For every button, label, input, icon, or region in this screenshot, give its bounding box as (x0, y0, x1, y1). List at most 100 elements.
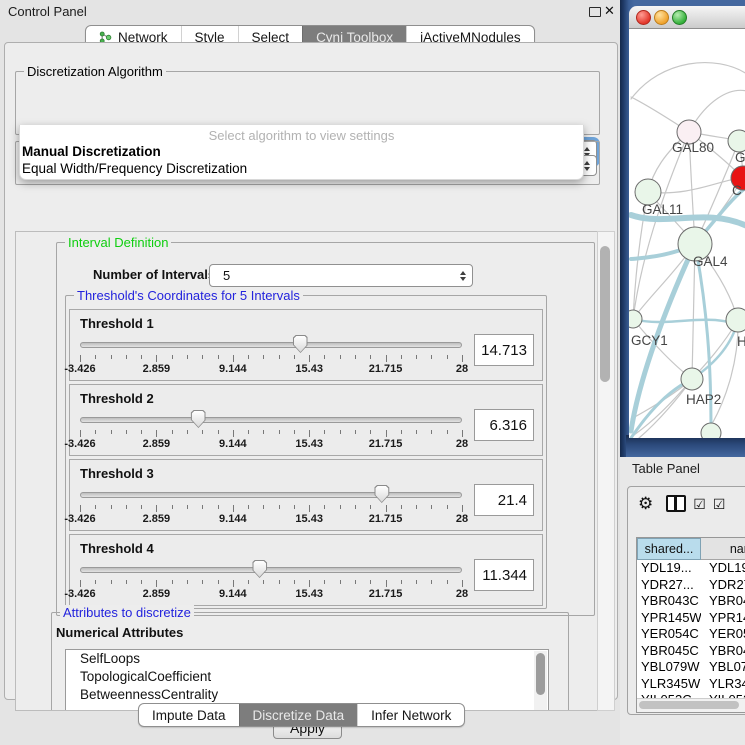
slider-tick (279, 505, 280, 509)
network-node-gcy1[interactable] (629, 310, 642, 328)
slider-track[interactable] (80, 492, 462, 498)
threshold-value-field[interactable]: 11.344 (474, 559, 534, 591)
table-row[interactable]: YLR345WYLR345W (637, 676, 745, 693)
column-header-shared-[interactable]: shared... (637, 538, 701, 560)
list-item-selfloops[interactable]: SelfLoops (66, 650, 548, 668)
algorithm-option-manual-discretization[interactable]: Manual Discretization (20, 143, 583, 160)
algorithm-option-equal-width-frequency-discretization[interactable]: Equal Width/Frequency Discretization (20, 160, 583, 177)
network-node-h[interactable] (726, 308, 745, 332)
network-node[interactable] (701, 423, 721, 438)
network-edge (633, 132, 689, 319)
close-icon[interactable]: ✕ (604, 3, 615, 19)
minimize-traffic-light[interactable] (654, 10, 669, 25)
table-row[interactable]: YPR145WYPR145W (637, 610, 745, 627)
slider-thumb-face (375, 486, 388, 502)
threshold-label: Threshold 3 (70, 460, 542, 481)
slider-tick (218, 430, 219, 434)
table-cell: YDR27... (637, 577, 701, 594)
slider-tick (248, 505, 249, 509)
gear-icon[interactable]: ⚙ (638, 495, 653, 512)
threshold-value-field[interactable]: 6.316 (474, 409, 534, 441)
slider-tick (370, 505, 371, 509)
slider-tick-label: 15.43 (295, 513, 323, 525)
number-of-intervals-combo[interactable]: 5 (209, 264, 473, 287)
slider-tick (447, 505, 448, 509)
slider-track[interactable] (80, 342, 462, 348)
threshold-slider[interactable]: -3.4262.8599.14415.4321.71528 (80, 408, 462, 450)
attributes-scrollbar-thumb[interactable] (536, 653, 545, 695)
slider-track[interactable] (80, 567, 462, 573)
slider-thumb[interactable] (252, 560, 267, 578)
table-row[interactable]: YDL19...YDL19... (637, 560, 745, 577)
slider-tick-label: 2.859 (143, 363, 171, 375)
tab-discretize-data[interactable]: Discretize Data (239, 704, 358, 726)
slider-thumb-face (294, 336, 307, 352)
slider-tick (416, 430, 417, 434)
tab-label: Discretize Data (253, 708, 345, 723)
attributes-scrollbar[interactable] (534, 651, 547, 711)
network-window-titlebar[interactable] (629, 6, 745, 29)
slider-tick-label: 2.859 (143, 438, 171, 450)
threshold-slider[interactable]: -3.4262.8599.14415.4321.71528 (80, 483, 462, 525)
interval-definition-label: Interval Definition (65, 235, 171, 250)
tab-infer-network[interactable]: Infer Network (357, 704, 464, 726)
threshold-label: Threshold 1 (70, 310, 542, 331)
float-window-icon[interactable] (589, 7, 601, 17)
control-panel-titlebar: Control Panel ✕ (0, 0, 620, 22)
table-panel-title: Table Panel (632, 461, 700, 476)
network-window-frame: GAL80GACGAL11GAL4GCY1HHAP2 (620, 0, 745, 457)
table-header-row: shared...name (637, 538, 745, 560)
slider-thumb[interactable] (191, 410, 206, 428)
list-item-betweennesscentrality[interactable]: BetweennessCentrality (66, 686, 548, 704)
threshold-slider[interactable]: -3.4262.8599.14415.4321.71528 (80, 333, 462, 375)
tab-impute-data[interactable]: Impute Data (139, 704, 239, 726)
network-node-hap2[interactable] (681, 368, 703, 390)
network-node-ga[interactable] (728, 130, 745, 152)
attributes-group-label: Attributes to discretize (60, 605, 194, 620)
slider-tick (95, 430, 96, 434)
number-of-intervals-value: 5 (210, 268, 454, 283)
split-pane-icon[interactable] (666, 495, 686, 512)
close-traffic-light[interactable] (636, 10, 651, 25)
slider-tick (294, 505, 295, 509)
slider-tick (126, 580, 127, 584)
slider-tick (126, 355, 127, 359)
threshold-slider-row: -3.4262.8599.14415.4321.71528 6.316 (70, 406, 542, 450)
table-row[interactable]: YDR27...YDR27... (637, 577, 745, 594)
table-row[interactable]: YBR043CYBR043C (637, 593, 745, 610)
list-item-topologicalcoefficient[interactable]: TopologicalCoefficient (66, 668, 548, 686)
table-row[interactable]: YBL079WYBL079W (637, 659, 745, 676)
table-hscrollbar-thumb[interactable] (639, 701, 739, 709)
threshold-slider[interactable]: -3.4262.8599.14415.4321.71528 (80, 558, 462, 600)
slider-tick (279, 580, 280, 584)
slider-thumb[interactable] (293, 335, 308, 353)
slider-thumb[interactable] (374, 485, 389, 503)
numerical-attributes-list[interactable]: SelfLoopsTopologicalCoefficientBetweenne… (65, 649, 549, 711)
vertical-scrollbar-thumb[interactable] (600, 246, 610, 382)
slider-tick (141, 430, 142, 434)
network-edge (633, 319, 692, 379)
panel-title: Control Panel (8, 4, 87, 19)
slider-tick (172, 355, 173, 359)
slider-tick (202, 430, 203, 434)
table-panel: ⚙ ☑ ☑ shared...name YDL19...YDL19...YDR2… (627, 486, 745, 715)
slider-track[interactable] (80, 417, 462, 423)
threshold-box-threshold-4: Threshold 4-3.4262.8599.14415.4321.71528… (69, 534, 543, 606)
network-canvas[interactable]: GAL80GACGAL11GAL4GCY1HHAP2 (629, 29, 745, 438)
checkbox-icon[interactable]: ☑ (693, 497, 706, 511)
threshold-value-field[interactable]: 14.713 (474, 334, 534, 366)
threshold-value-field[interactable]: 21.4 (474, 484, 534, 516)
column-header-name[interactable]: name (701, 538, 745, 560)
slider-tick (263, 505, 264, 509)
table-row[interactable]: YER054CYER054C (637, 626, 745, 643)
zoom-traffic-light[interactable] (672, 10, 687, 25)
table-horizontal-scrollbar[interactable] (637, 698, 745, 712)
slider-tick (263, 430, 264, 434)
slider-tick (294, 355, 295, 359)
slider-tick (233, 580, 234, 587)
combo-stepper-icon (454, 271, 472, 281)
checkbox-icon[interactable]: ☑ (713, 497, 726, 511)
vertical-scrollbar[interactable] (597, 231, 615, 711)
right-side-panel: GAL80GACGAL11GAL4GCY1HHAP2 Table Panel ⚙… (620, 0, 745, 745)
table-row[interactable]: YBR045CYBR045C (637, 643, 745, 660)
